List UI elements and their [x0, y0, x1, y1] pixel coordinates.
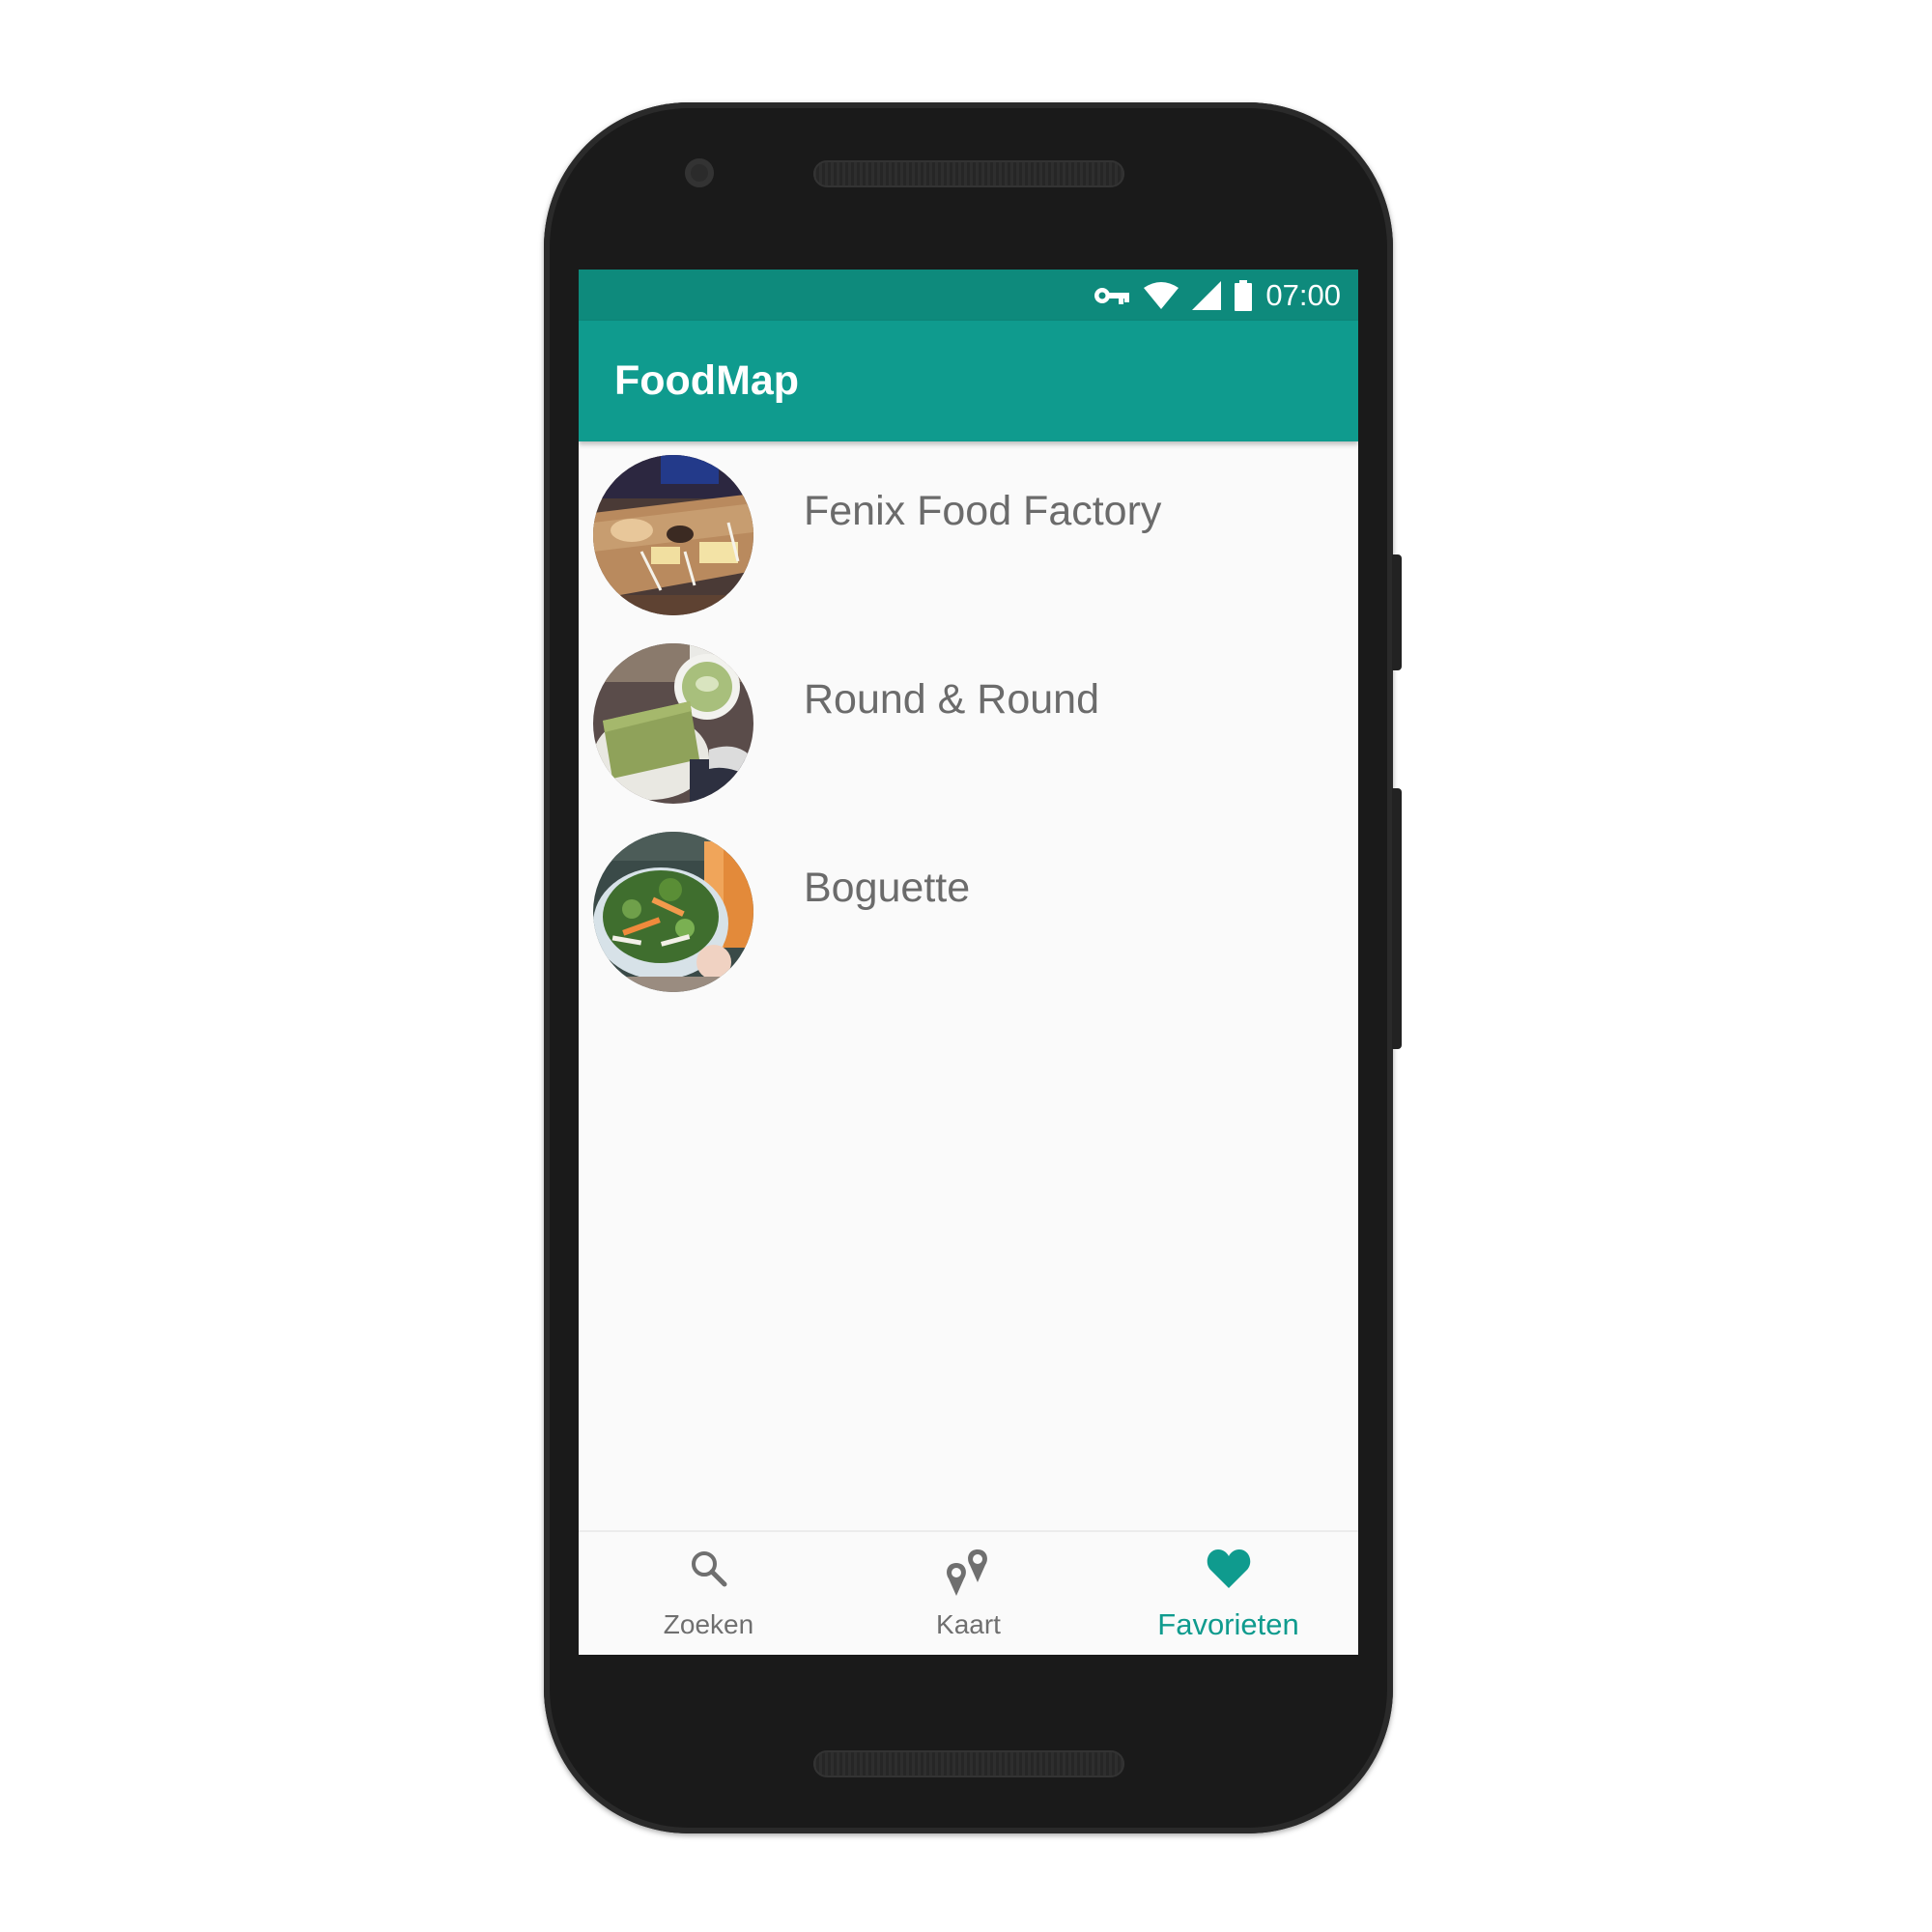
top-speaker: [813, 160, 1124, 187]
power-button[interactable]: [1392, 554, 1402, 670]
search-icon: [688, 1548, 730, 1595]
bottom-speaker: [813, 1750, 1124, 1777]
status-time: 07:00: [1265, 278, 1341, 312]
restaurant-name: Fenix Food Factory: [804, 488, 1162, 534]
heart-icon: [1206, 1548, 1252, 1595]
vpn-key-icon: [1094, 285, 1130, 306]
battery-icon: [1235, 280, 1253, 311]
salad-bowl-photo: [593, 832, 753, 992]
nav-label: Kaart: [936, 1609, 1001, 1639]
front-camera: [685, 158, 714, 187]
cheese-board-photo: [593, 455, 753, 615]
screen: 07:00 FoodMap Fenix Food Factory Round &…: [579, 270, 1358, 1655]
restaurant-name: Boguette: [804, 865, 971, 911]
map-pins-icon: [943, 1548, 995, 1603]
nav-label: Favorieten: [1157, 1607, 1299, 1641]
cell-signal-icon: [1192, 281, 1222, 310]
nav-item-zoeken[interactable]: Zoeken: [579, 1532, 838, 1655]
phone-frame: 07:00 FoodMap Fenix Food Factory Round &…: [544, 102, 1402, 1833]
nav-item-favorieten[interactable]: Favorieten: [1098, 1532, 1358, 1655]
list-item[interactable]: Round & Round: [579, 630, 1358, 818]
status-icons: 07:00: [1094, 278, 1341, 312]
app-title: FoodMap: [614, 357, 800, 404]
list-item[interactable]: Boguette: [579, 818, 1358, 1007]
app-bar: FoodMap: [579, 321, 1358, 441]
volume-button[interactable]: [1392, 788, 1402, 1049]
bottom-navigation: Zoeken Kaart Favorieten: [579, 1530, 1358, 1655]
nav-item-kaart[interactable]: Kaart: [838, 1532, 1098, 1655]
favorites-list: Fenix Food Factory Round & Round Boguett…: [579, 441, 1358, 1007]
matcha-cake-photo: [593, 643, 753, 804]
list-item[interactable]: Fenix Food Factory: [579, 441, 1358, 630]
nav-label: Zoeken: [663, 1609, 754, 1639]
restaurant-name: Round & Round: [804, 676, 1099, 723]
wifi-icon: [1144, 282, 1179, 309]
status-bar: 07:00: [579, 270, 1358, 321]
